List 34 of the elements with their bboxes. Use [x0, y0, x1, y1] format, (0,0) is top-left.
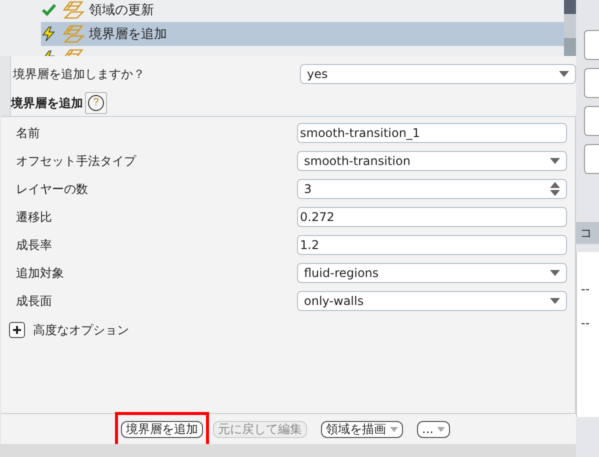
help-button[interactable]: ? [85, 92, 107, 114]
tree-item[interactable]: 領域の更新 [0, 0, 564, 22]
tree-item[interactable]: 境界層を追加 [41, 22, 564, 46]
action-button[interactable]: 境界層を追加 [121, 420, 203, 438]
field-label: 遷移比 [16, 208, 52, 226]
input-field[interactable]: smooth-transition_1 [297, 123, 567, 143]
action-button[interactable]: ... [417, 420, 450, 438]
field-label: 追加対象 [16, 264, 64, 282]
dropdown[interactable]: smooth-transition [297, 151, 567, 171]
tree-item-label: 境界層を追加 [89, 26, 167, 43]
input-field[interactable]: 0.272 [297, 207, 567, 227]
dropdown[interactable]: fluid-regions [297, 263, 567, 283]
advanced-options-label: 高度なオプション [32, 322, 129, 338]
field-label: 成長面 [16, 292, 52, 310]
question-label: 境界層を追加しますか？ [12, 66, 145, 82]
input-field[interactable]: 1.2 [297, 235, 567, 255]
field-label: 名前 [16, 124, 40, 142]
field-label: オフセット手法タイプ [16, 152, 136, 170]
check-icon [41, 2, 57, 18]
lightning-icon [41, 26, 57, 42]
value-text: -- [581, 282, 591, 296]
tree-item-label: 領域の更新 [89, 2, 154, 19]
panel-tab[interactable]: コ [576, 222, 599, 244]
number-spinner[interactable]: 3 [297, 179, 567, 199]
action-button[interactable]: 領域を描画 [321, 420, 403, 438]
section-title: 境界層を追加 [11, 94, 83, 112]
plus-icon [12, 325, 22, 335]
field-label: 成長率 [16, 236, 52, 254]
question-dropdown[interactable]: yes [300, 64, 576, 84]
expand-button[interactable] [9, 322, 25, 338]
scrollbar[interactable] [564, 0, 576, 56]
value-text: -- [581, 316, 591, 330]
dropdown[interactable]: only-walls [297, 291, 567, 311]
field-label: レイヤーの数 [16, 180, 88, 198]
